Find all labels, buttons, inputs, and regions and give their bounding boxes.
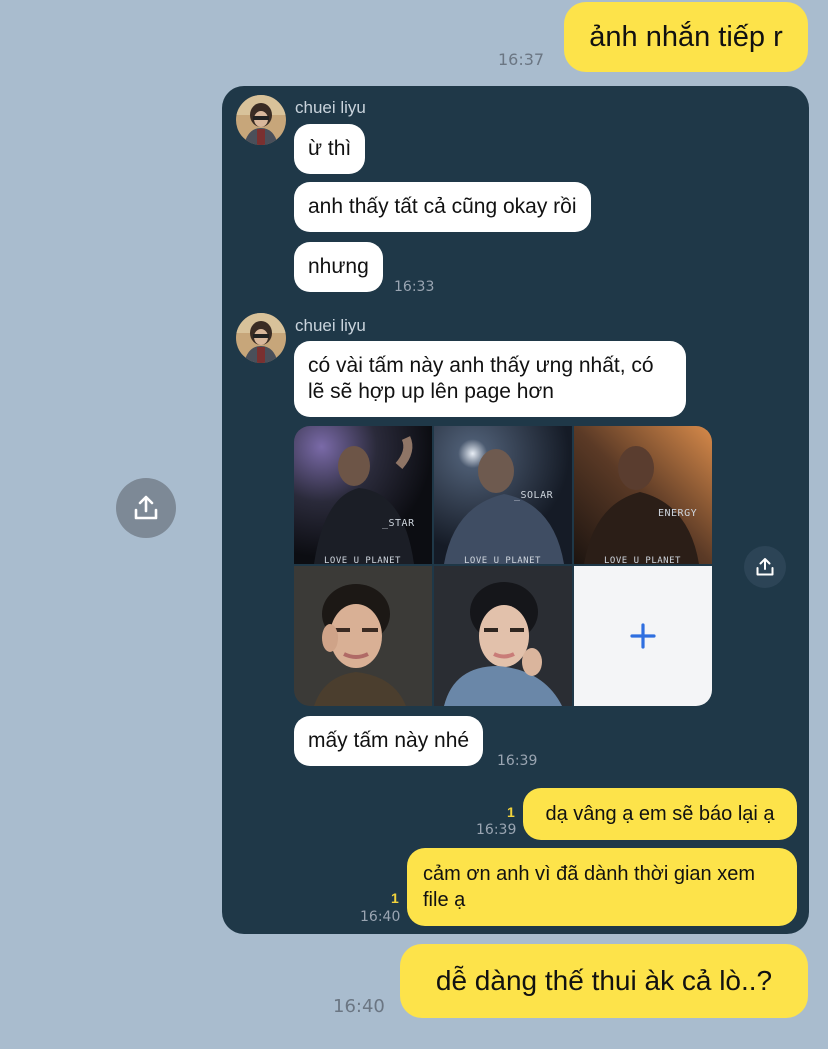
received-message-bubble[interactable]: có vài tấm này anh thấy ưng nhất, có lẽ …	[294, 341, 686, 417]
photo-caption: ENERGY	[658, 508, 698, 519]
received-message-bubble[interactable]: mấy tấm này nhé	[294, 716, 484, 766]
share-icon	[756, 558, 774, 576]
message-time: 16:40	[360, 909, 401, 925]
photo-grid[interactable]: _STAR LOVE U PLANET _SOLAR LOVE U PLANET	[294, 426, 712, 706]
sender-name: chuei liyu	[295, 98, 366, 117]
photo-footer-text: LOVE U PLANET	[464, 556, 541, 564]
avatar[interactable]	[236, 313, 286, 363]
avatar[interactable]	[236, 95, 286, 145]
received-message-bubble[interactable]: anh thấy tất cả cũng okay rồi	[294, 182, 591, 232]
photo-thumbnail[interactable]: _STAR LOVE U PLANET	[294, 426, 432, 564]
sent-message-bubble[interactable]: dạ vâng ạ em sẽ báo lại ạ	[523, 788, 797, 840]
message-time: 16:33	[394, 279, 435, 295]
message-time: 16:37	[498, 50, 545, 69]
message-time: 16:39	[476, 822, 517, 838]
message-time: 16:39	[497, 753, 538, 769]
share-button[interactable]	[116, 478, 176, 538]
received-message-bubble[interactable]: ừ thì	[294, 124, 366, 174]
photo-caption: _SOLAR	[514, 490, 554, 501]
sent-message-bubble[interactable]: ảnh nhắn tiếp r	[564, 2, 808, 72]
photo-thumbnail[interactable]	[434, 566, 572, 706]
more-photos-button[interactable]	[574, 566, 712, 706]
photo-caption: _STAR	[382, 518, 415, 529]
photo-footer-text: LOVE U PLANET	[604, 556, 681, 564]
photo-thumbnail[interactable]: _SOLAR LOVE U PLANET	[434, 426, 572, 564]
photo-thumbnail[interactable]	[294, 566, 432, 706]
photo-footer-text: LOVE U PLANET	[324, 556, 401, 564]
message-time: 16:40	[333, 996, 385, 1017]
sent-message-bubble[interactable]: cảm ơn anh vì đã dành thời gian xem file…	[407, 848, 797, 926]
read-count: 1	[507, 804, 515, 820]
plus-icon	[630, 623, 656, 649]
sender-name: chuei liyu	[295, 316, 366, 335]
read-count: 1	[391, 890, 399, 906]
received-message-bubble[interactable]: nhưng	[294, 242, 383, 292]
share-button[interactable]	[744, 546, 786, 588]
share-icon	[134, 495, 158, 520]
photo-thumbnail[interactable]: ENERGY LOVE U PLANET	[574, 426, 712, 564]
sent-message-bubble[interactable]: dễ dàng thế thui àk cả lò..?	[400, 944, 808, 1018]
